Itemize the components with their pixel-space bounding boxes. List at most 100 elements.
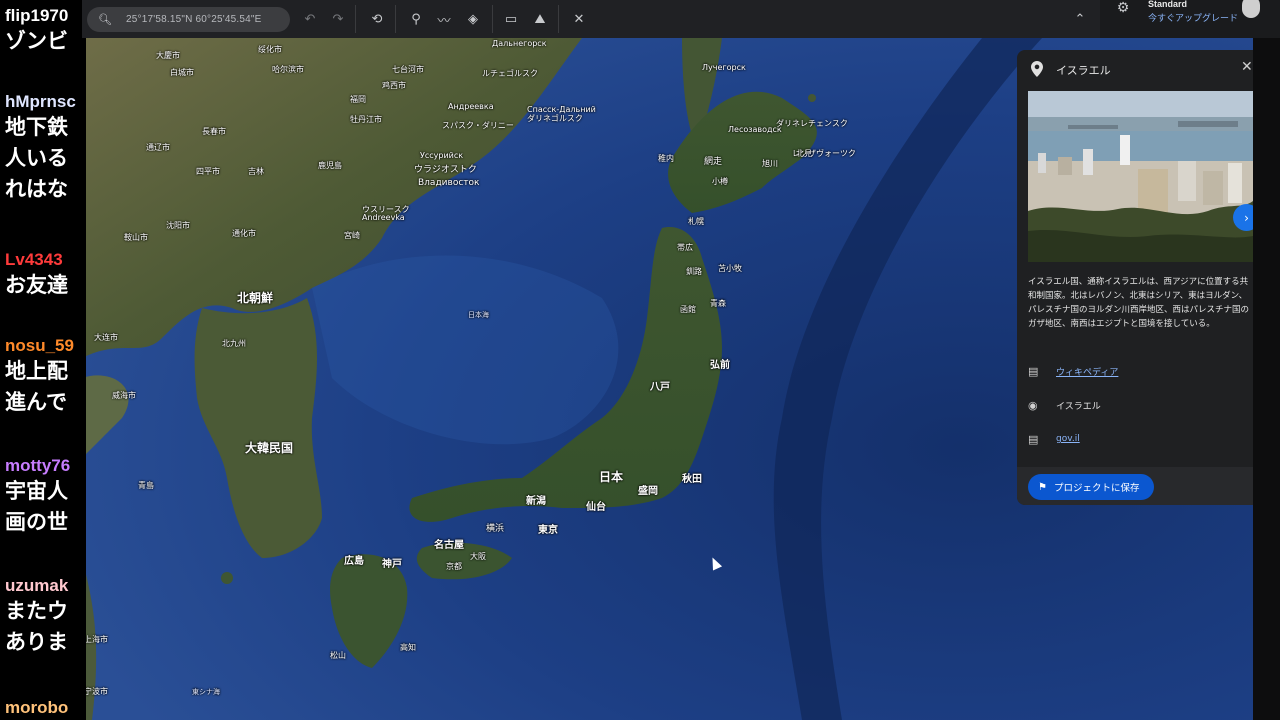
add-placemark-button[interactable]: ⚲ (405, 8, 427, 30)
label-city: スパスク・ダリニー (442, 121, 514, 130)
chat-message: motty76 宇宙人 画の世 (5, 456, 70, 538)
label-vladivostok-ru: Владивосток (418, 178, 480, 188)
upgrade-link[interactable]: 今すぐアップグレード (1148, 11, 1238, 24)
chat-text: ありま (5, 630, 68, 654)
chat-text: 画の世 (5, 510, 68, 534)
label-city: 新潟 (526, 496, 546, 507)
label-city: 沈阳市 (166, 221, 190, 230)
label-city: 鸡西市 (382, 81, 406, 90)
website-link-row[interactable]: ▤ gov.il (1028, 430, 1250, 448)
label-city: 仙台 (586, 502, 606, 513)
label-sea-of-japan: 日本海 (468, 311, 489, 319)
chat-message: morobo (5, 698, 68, 718)
chat-username: flip1970 (5, 6, 69, 25)
elevation-button[interactable]: ⛰ (529, 8, 551, 30)
label-city: 宁波市 (84, 687, 108, 696)
website-link[interactable]: gov.il (1056, 434, 1080, 444)
location-pin-icon: ◉ (1028, 398, 1038, 412)
chat-username: nosu_59 (5, 336, 74, 355)
collapse-toolbar-button[interactable]: ⌃ (1069, 8, 1091, 30)
close-icon[interactable]: ✕ (1241, 59, 1253, 75)
next-photo-button[interactable]: › (1233, 204, 1253, 231)
label-city: 白城市 (170, 68, 194, 77)
save-to-project-button[interactable]: ⚑ プロジェクトに保存 (1028, 474, 1154, 500)
chat-message: Lv4343 お友達 (5, 250, 68, 301)
place-photo[interactable]: › (1028, 91, 1253, 262)
label-city: 盛岡 (638, 486, 658, 497)
ruler-icon: ▭ (504, 11, 518, 27)
label-city: Андреевка (448, 102, 494, 111)
panel-header: イスラエル ✕ (1017, 50, 1253, 88)
measure-button[interactable]: ▭ (500, 8, 522, 30)
terrain-icon: ⛰ (534, 11, 546, 27)
label-city: 稚内 (658, 154, 674, 163)
web-icon: ▤ (1028, 364, 1039, 378)
search-box[interactable]: 🔍︎ 25°17'58.15"N 60°25'45.54"E (87, 7, 290, 32)
label-city: 函館 (680, 305, 696, 314)
toolbar-divider (558, 5, 559, 33)
label-city: 宮崎 (344, 231, 360, 240)
toolbar-divider (492, 5, 493, 33)
account-area: ⚙ Standard 今すぐアップグレード (1100, 0, 1280, 38)
label-city: 苫小牧 (718, 264, 742, 273)
label-city: Лучегорск (702, 63, 746, 72)
chat-message: hMprnsc 地下鉄 人いる れはな (5, 92, 76, 205)
web-icon: ▤ (1028, 432, 1039, 446)
avatar[interactable] (1242, 0, 1260, 18)
chat-username: Lv4343 (5, 250, 63, 269)
label-city: 绥化市 (258, 45, 282, 54)
panel-title: イスラエル (1056, 64, 1111, 77)
label-city: 上海市 (84, 635, 108, 644)
label-city: 東京 (538, 525, 558, 536)
label-city: Лесозаводск (728, 125, 782, 134)
label-city: 通化市 (232, 229, 256, 238)
label-city: Уссурийск (420, 151, 464, 160)
label-city: 帯広 (677, 243, 693, 252)
search-input[interactable]: 25°17'58.15"N 60°25'45.54"E (126, 14, 262, 25)
label-city: Andreevka (362, 213, 405, 222)
label-city: 釧路 (686, 267, 702, 276)
label-city: 広島 (344, 556, 364, 567)
label-city: 旭川 (762, 159, 778, 168)
chat-text: ゾンビ (5, 29, 68, 53)
placemark-icon: ⚲ (411, 11, 421, 27)
scrollbar-track[interactable] (1253, 38, 1280, 720)
place-description: イスラエル国、通称イスラエルは、西アジアに位置する共和制国家。北はレバノン、北東… (1028, 277, 1250, 329)
label-city: 鹿児島 (318, 161, 342, 170)
app-root: 北朝鮮 大韓民国 日本 大慶市 绥化市 白城市 哈尔滨市 七台河市 鸡西市 長春… (0, 0, 1280, 720)
chevron-up-icon: ⌃ (1074, 11, 1086, 27)
chat-overlay: flip1970 ゾンビ hMprnsc 地下鉄 人いる れはな Lv4343 … (0, 0, 86, 720)
location-pin-icon (1031, 61, 1043, 77)
tools-button[interactable]: ✕ (568, 8, 590, 30)
wikipedia-link[interactable]: ウィキペディア (1056, 365, 1118, 378)
label-city: 吉林 (248, 167, 264, 176)
place-info-panel: イスラエル ✕ › イスラエル国、通称イスラエルは、西アジアに位置する共和制国家… (1017, 50, 1253, 505)
undo-button[interactable]: ↶ (299, 8, 321, 30)
wikipedia-link-row[interactable]: ▤ ウィキペディア (1028, 362, 1250, 380)
label-city: 北見 (796, 149, 812, 158)
chat-username: morobo (5, 698, 69, 717)
gear-icon[interactable]: ⚙ (1114, 0, 1132, 18)
chat-message: uzumak またウ ありま (5, 576, 68, 658)
place-name-row: ◉ イスラエル (1028, 396, 1250, 414)
chat-text: 地上配 (5, 359, 68, 383)
label-city: 大连市 (94, 333, 118, 342)
label-city: 名古屋 (434, 540, 464, 551)
history-button[interactable]: ⟲ (366, 8, 388, 30)
satellite-icon: ✕ (573, 11, 585, 27)
layers-button[interactable]: ◈ (462, 8, 484, 30)
add-path-button[interactable]: 〰 (433, 8, 455, 30)
place-photo-image (1028, 91, 1253, 262)
label-city: 八戸 (650, 382, 670, 393)
history-icon: ⟲ (371, 11, 383, 27)
label-city: 北九州 (222, 339, 246, 348)
chat-text: またウ (5, 599, 68, 623)
chat-username: uzumak (5, 576, 69, 595)
label-city: 横浜 (486, 524, 505, 534)
chat-message: flip1970 ゾンビ (5, 6, 68, 57)
label-city: 七台河市 (392, 65, 424, 74)
redo-button[interactable]: ↷ (327, 8, 349, 30)
label-city: 高知 (400, 643, 416, 652)
bookmark-icon: ⚑ (1038, 481, 1047, 493)
label-city: ルチェゴルスク (482, 69, 538, 78)
